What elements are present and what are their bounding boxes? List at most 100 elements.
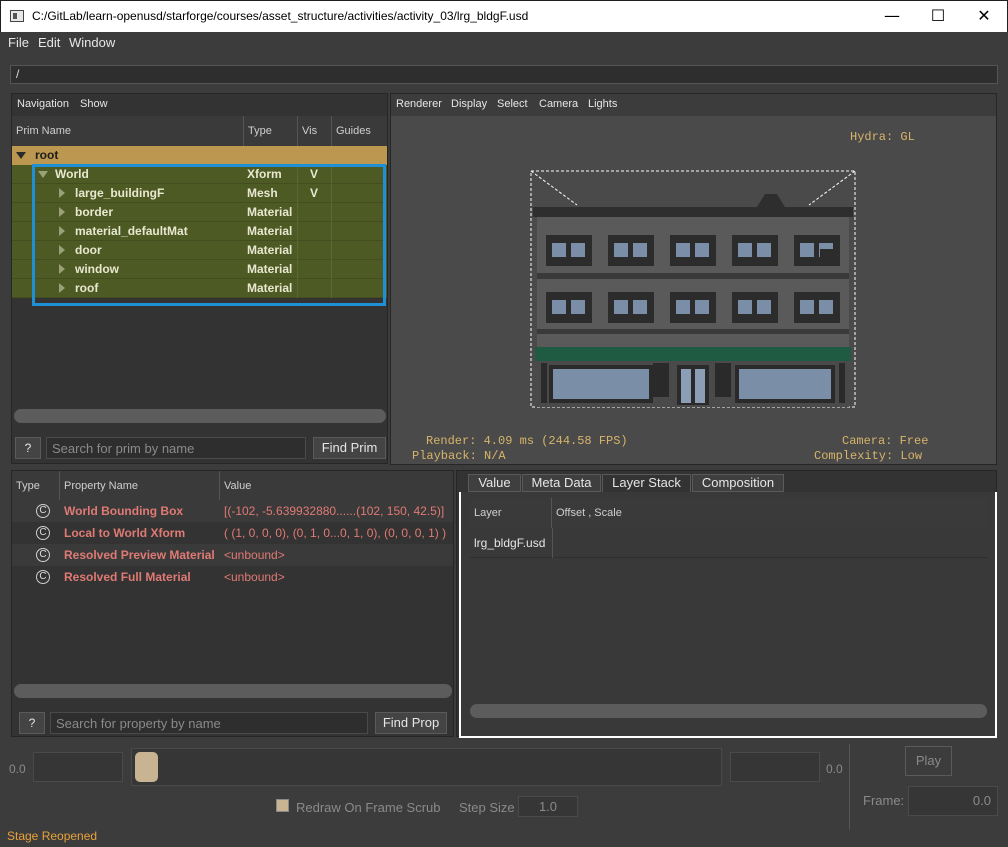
property-panel: Type Property Name Value C World Boundin… [11, 470, 454, 737]
title-bar: C:/GitLab/learn-openusd/starforge/course… [0, 0, 1008, 32]
prim-name: World [55, 167, 89, 181]
hydra-label: Hydra: GL [850, 130, 915, 144]
step-size-label: Step Size [459, 800, 515, 815]
start-frame-input[interactable] [33, 752, 123, 782]
prim-name: root [35, 148, 59, 162]
prim-type: Material [247, 281, 293, 295]
expand-down-icon[interactable] [16, 152, 26, 159]
render-stats: Render: 4.09 ms (244.58 FPS) [426, 434, 628, 448]
column-offset-scale[interactable]: Offset , Scale [552, 498, 988, 528]
expand-right-icon[interactable] [59, 264, 65, 274]
expand-right-icon[interactable] [59, 226, 65, 236]
prim-type: Material [247, 243, 293, 257]
layer-horizontal-scrollbar[interactable] [470, 704, 987, 718]
menu-camera[interactable]: Camera [539, 98, 578, 110]
tab-value[interactable]: Value [468, 474, 521, 492]
property-value: ( (1, 0, 0, 0), (0, 1, 0...0, 1, 0), (0,… [224, 526, 447, 540]
property-row[interactable]: C World Bounding Box [(-102, -5.63993288… [12, 500, 453, 522]
camera-stats: Camera: Free [842, 434, 929, 448]
property-horizontal-scrollbar[interactable] [14, 684, 452, 698]
prim-type: Mesh [247, 186, 278, 200]
layer-stack-content: Layer Offset , Scale lrg_bldgF.usd [459, 492, 997, 738]
step-size-input[interactable]: 1.0 [518, 796, 578, 817]
property-help-button[interactable]: ? [19, 712, 45, 734]
menu-show[interactable]: Show [80, 98, 108, 110]
column-guides[interactable]: Guides [332, 116, 387, 146]
property-value: [(-102, -5.639932880......(102, 150, 42.… [224, 504, 445, 518]
expand-right-icon[interactable] [59, 245, 65, 255]
timeline-divider [849, 744, 850, 830]
prim-name: window [75, 262, 119, 276]
menu-navigation[interactable]: Navigation [17, 98, 69, 110]
property-row[interactable]: C Resolved Preview Material <unbound> [12, 544, 453, 566]
frame-slider[interactable] [131, 748, 722, 786]
find-prim-button[interactable]: Find Prim [313, 437, 386, 459]
menu-window[interactable]: Window [69, 35, 115, 50]
property-search-input[interactable]: Search for property by name [50, 712, 368, 734]
find-prop-button[interactable]: Find Prop [375, 712, 447, 734]
viewport-panel[interactable]: Renderer Display Select Camera Lights Hy… [390, 93, 997, 465]
maximize-button[interactable]: ☐ [915, 1, 961, 32]
column-type[interactable]: Type [244, 116, 298, 146]
property-name: Resolved Full Material [64, 570, 191, 584]
prim-tree-panel: Navigation Show Prim Name Type Vis Guide… [11, 93, 388, 464]
viewport-menu-bar: Renderer Display Select Camera Lights [391, 94, 996, 116]
play-button[interactable]: Play [905, 746, 952, 776]
tab-composition[interactable]: Composition [692, 474, 784, 492]
frame-input[interactable]: 0.0 [908, 786, 998, 816]
layer-name: lrg_bldgF.usd [474, 536, 546, 550]
redraw-checkbox[interactable] [276, 799, 289, 812]
menu-select[interactable]: Select [497, 98, 528, 110]
prim-type: Xform [247, 167, 282, 181]
prim-name: roof [75, 281, 99, 295]
tree-row-root[interactable]: root [12, 146, 387, 165]
prim-help-button[interactable]: ? [15, 437, 41, 459]
menu-renderer[interactable]: Renderer [396, 98, 442, 110]
prim-name: door [75, 243, 102, 257]
close-button[interactable]: ✕ [961, 1, 1007, 32]
prim-path-field[interactable]: / [10, 65, 998, 84]
expand-down-icon[interactable] [38, 171, 48, 178]
menu-lights[interactable]: Lights [588, 98, 617, 110]
property-row[interactable]: C Resolved Full Material <unbound> [12, 566, 453, 588]
column-value[interactable]: Value [220, 471, 453, 501]
menu-display[interactable]: Display [451, 98, 487, 110]
minimize-button[interactable]: — [869, 1, 915, 32]
column-prim-name[interactable]: Prim Name [12, 116, 244, 146]
prim-vis[interactable]: V [310, 167, 318, 181]
column-vis[interactable]: Vis [298, 116, 332, 146]
computed-property-icon: C [36, 526, 50, 540]
prim-search-input[interactable]: Search for prim by name [46, 437, 306, 459]
tree-horizontal-scrollbar[interactable] [14, 409, 386, 423]
column-property-name[interactable]: Property Name [60, 471, 220, 501]
menu-bar: File Edit Window [0, 32, 1008, 54]
end-frame-label: 0.0 [826, 762, 843, 776]
end-frame-input[interactable] [730, 752, 820, 782]
tab-layer-stack[interactable]: Layer Stack [602, 474, 691, 493]
computed-property-icon: C [36, 504, 50, 518]
slider-handle[interactable] [135, 752, 158, 782]
computed-property-icon: C [36, 570, 50, 584]
layer-stack-panel: Value Meta Data Layer Stack Composition … [456, 470, 997, 738]
column-layer[interactable]: Layer [470, 498, 552, 528]
prim-name: material_defaultMat [75, 224, 188, 238]
expand-right-icon[interactable] [59, 207, 65, 217]
expand-right-icon[interactable] [59, 283, 65, 293]
property-row[interactable]: C Local to World Xform ( (1, 0, 0, 0), (… [12, 522, 453, 544]
property-name: Local to World Xform [64, 526, 186, 540]
app-icon [10, 10, 24, 22]
prim-name: border [75, 205, 114, 219]
playback-stats: Playback: N/A [412, 449, 506, 463]
tab-meta-data[interactable]: Meta Data [522, 474, 601, 492]
prim-type: Material [247, 205, 293, 219]
column-prop-type[interactable]: Type [12, 471, 60, 501]
menu-edit[interactable]: Edit [38, 35, 60, 50]
column-divider [552, 528, 553, 558]
prim-vis[interactable]: V [310, 186, 318, 200]
prim-type: Material [247, 224, 293, 238]
layer-row[interactable]: lrg_bldgF.usd [470, 528, 988, 558]
complexity-stats: Complexity: Low [814, 449, 923, 463]
expand-right-icon[interactable] [59, 188, 65, 198]
menu-file[interactable]: File [8, 35, 29, 50]
column-divider [331, 165, 332, 298]
